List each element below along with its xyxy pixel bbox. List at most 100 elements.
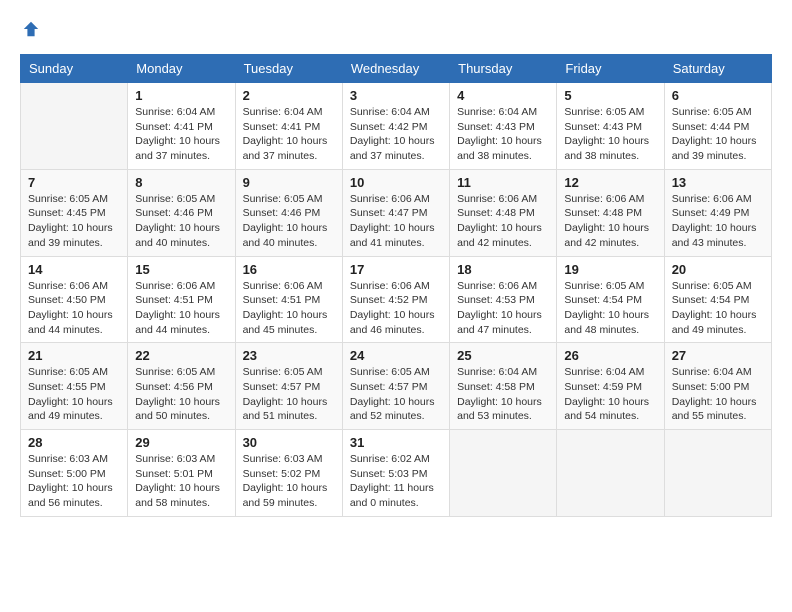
day-detail: Sunrise: 6:05 AM Sunset: 4:45 PM Dayligh…: [28, 192, 120, 251]
table-cell: 18 Sunrise: 6:06 AM Sunset: 4:53 PM Dayli…: [450, 256, 557, 343]
day-number: 20: [672, 262, 764, 277]
day-number: 8: [135, 175, 227, 190]
day-number: 9: [243, 175, 335, 190]
day-number: 13: [672, 175, 764, 190]
day-number: 19: [564, 262, 656, 277]
day-detail: Sunrise: 6:05 AM Sunset: 4:57 PM Dayligh…: [350, 365, 442, 424]
header-row: SundayMondayTuesdayWednesdayThursdayFrid…: [21, 55, 772, 83]
day-number: 21: [28, 348, 120, 363]
week-row-2: 7Sunrise: 6:05 AM Sunset: 4:45 PM Daylig…: [21, 169, 772, 256]
day-detail: Sunrise: 6:05 AM Sunset: 4:54 PM Dayligh…: [672, 279, 764, 338]
day-number: 28: [28, 435, 120, 450]
table-cell: 1 Sunrise: 6:04 AM Sunset: 4:41 PM Daylig…: [128, 83, 235, 170]
day-detail: Sunrise: 6:06 AM Sunset: 4:50 PM Dayligh…: [28, 279, 120, 338]
day-number: 31: [350, 435, 442, 450]
day-detail: Sunrise: 6:06 AM Sunset: 4:53 PM Dayligh…: [457, 279, 549, 338]
logo: [20, 20, 40, 38]
day-detail: Sunrise: 6:06 AM Sunset: 4:52 PM Dayligh…: [350, 279, 442, 338]
day-detail: Sunrise: 6:05 AM Sunset: 4:55 PM Dayligh…: [28, 365, 120, 424]
header-day-friday: Friday: [557, 55, 664, 83]
table-cell: 30 Sunrise: 6:03 AM Sunset: 5:02 PM Dayli…: [235, 430, 342, 517]
day-number: 10: [350, 175, 442, 190]
header-day-wednesday: Wednesday: [342, 55, 449, 83]
table-cell: 28 Sunrise: 6:03 AM Sunset: 5:00 PM Dayli…: [21, 430, 128, 517]
table-cell: 12 Sunrise: 6:06 AM Sunset: 4:48 PM Dayli…: [557, 169, 664, 256]
day-detail: Sunrise: 6:04 AM Sunset: 4:59 PM Dayligh…: [564, 365, 656, 424]
table-cell: 4 Sunrise: 6:04 AM Sunset: 4:43 PM Daylig…: [450, 83, 557, 170]
day-detail: Sunrise: 6:04 AM Sunset: 4:42 PM Dayligh…: [350, 105, 442, 164]
table-cell: 14Sunrise: 6:06 AM Sunset: 4:50 PM Dayli…: [21, 256, 128, 343]
table-cell: 2Sunrise: 6:04 AM Sunset: 4:41 PM Daylig…: [235, 83, 342, 170]
day-number: 30: [243, 435, 335, 450]
day-number: 12: [564, 175, 656, 190]
day-detail: Sunrise: 6:04 AM Sunset: 5:00 PM Dayligh…: [672, 365, 764, 424]
day-detail: Sunrise: 6:04 AM Sunset: 4:43 PM Dayligh…: [457, 105, 549, 164]
day-number: 2: [243, 88, 335, 103]
day-detail: Sunrise: 6:06 AM Sunset: 4:51 PM Dayligh…: [135, 279, 227, 338]
logo-icon: [22, 20, 40, 38]
table-cell: [664, 430, 771, 517]
table-cell: [450, 430, 557, 517]
day-detail: Sunrise: 6:04 AM Sunset: 4:58 PM Dayligh…: [457, 365, 549, 424]
day-number: 23: [243, 348, 335, 363]
day-detail: Sunrise: 6:06 AM Sunset: 4:51 PM Dayligh…: [243, 279, 335, 338]
day-detail: Sunrise: 6:05 AM Sunset: 4:57 PM Dayligh…: [243, 365, 335, 424]
day-number: 24: [350, 348, 442, 363]
day-number: 3: [350, 88, 442, 103]
table-cell: [557, 430, 664, 517]
day-number: 18: [457, 262, 549, 277]
table-cell: 29Sunrise: 6:03 AM Sunset: 5:01 PM Dayli…: [128, 430, 235, 517]
day-detail: Sunrise: 6:05 AM Sunset: 4:43 PM Dayligh…: [564, 105, 656, 164]
table-cell: 5Sunrise: 6:05 AM Sunset: 4:43 PM Daylig…: [557, 83, 664, 170]
day-detail: Sunrise: 6:03 AM Sunset: 5:01 PM Dayligh…: [135, 452, 227, 511]
table-cell: 15 Sunrise: 6:06 AM Sunset: 4:51 PM Dayli…: [128, 256, 235, 343]
table-cell: 25 Sunrise: 6:04 AM Sunset: 4:58 PM Dayli…: [450, 343, 557, 430]
table-cell: 3 Sunrise: 6:04 AM Sunset: 4:42 PM Daylig…: [342, 83, 449, 170]
week-row-4: 21 Sunrise: 6:05 AM Sunset: 4:55 PM Dayli…: [21, 343, 772, 430]
header-day-monday: Monday: [128, 55, 235, 83]
header-day-sunday: Sunday: [21, 55, 128, 83]
day-detail: Sunrise: 6:02 AM Sunset: 5:03 PM Dayligh…: [350, 452, 442, 511]
table-cell: 27Sunrise: 6:04 AM Sunset: 5:00 PM Dayli…: [664, 343, 771, 430]
table-cell: 10Sunrise: 6:06 AM Sunset: 4:47 PM Dayli…: [342, 169, 449, 256]
day-number: 17: [350, 262, 442, 277]
day-detail: Sunrise: 6:05 AM Sunset: 4:44 PM Dayligh…: [672, 105, 764, 164]
day-number: 16: [243, 262, 335, 277]
table-cell: 8 Sunrise: 6:05 AM Sunset: 4:46 PM Daylig…: [128, 169, 235, 256]
table-cell: 16 Sunrise: 6:06 AM Sunset: 4:51 PM Dayli…: [235, 256, 342, 343]
day-number: 1: [135, 88, 227, 103]
table-cell: 9Sunrise: 6:05 AM Sunset: 4:46 PM Daylig…: [235, 169, 342, 256]
day-detail: Sunrise: 6:03 AM Sunset: 5:00 PM Dayligh…: [28, 452, 120, 511]
table-cell: 20 Sunrise: 6:05 AM Sunset: 4:54 PM Dayli…: [664, 256, 771, 343]
day-number: 4: [457, 88, 549, 103]
day-number: 15: [135, 262, 227, 277]
day-number: 11: [457, 175, 549, 190]
table-cell: 31 Sunrise: 6:02 AM Sunset: 5:03 PM Dayli…: [342, 430, 449, 517]
table-cell: 7Sunrise: 6:05 AM Sunset: 4:45 PM Daylig…: [21, 169, 128, 256]
day-detail: Sunrise: 6:03 AM Sunset: 5:02 PM Dayligh…: [243, 452, 335, 511]
calendar-header: SundayMondayTuesdayWednesdayThursdayFrid…: [21, 55, 772, 83]
day-number: 25: [457, 348, 549, 363]
day-detail: Sunrise: 6:06 AM Sunset: 4:48 PM Dayligh…: [457, 192, 549, 251]
day-number: 6: [672, 88, 764, 103]
page-header: [20, 20, 772, 38]
day-detail: Sunrise: 6:06 AM Sunset: 4:49 PM Dayligh…: [672, 192, 764, 251]
calendar-table: SundayMondayTuesdayWednesdayThursdayFrid…: [20, 54, 772, 517]
calendar-body: 1 Sunrise: 6:04 AM Sunset: 4:41 PM Daylig…: [21, 83, 772, 517]
day-detail: Sunrise: 6:05 AM Sunset: 4:56 PM Dayligh…: [135, 365, 227, 424]
header-day-tuesday: Tuesday: [235, 55, 342, 83]
week-row-1: 1 Sunrise: 6:04 AM Sunset: 4:41 PM Daylig…: [21, 83, 772, 170]
header-day-saturday: Saturday: [664, 55, 771, 83]
day-number: 26: [564, 348, 656, 363]
day-detail: Sunrise: 6:05 AM Sunset: 4:46 PM Dayligh…: [135, 192, 227, 251]
week-row-3: 14Sunrise: 6:06 AM Sunset: 4:50 PM Dayli…: [21, 256, 772, 343]
table-cell: 21 Sunrise: 6:05 AM Sunset: 4:55 PM Dayli…: [21, 343, 128, 430]
table-cell: 11 Sunrise: 6:06 AM Sunset: 4:48 PM Dayli…: [450, 169, 557, 256]
table-cell: 26 Sunrise: 6:04 AM Sunset: 4:59 PM Dayli…: [557, 343, 664, 430]
day-detail: Sunrise: 6:04 AM Sunset: 4:41 PM Dayligh…: [135, 105, 227, 164]
day-detail: Sunrise: 6:06 AM Sunset: 4:48 PM Dayligh…: [564, 192, 656, 251]
table-cell: 17 Sunrise: 6:06 AM Sunset: 4:52 PM Dayli…: [342, 256, 449, 343]
table-cell: 23 Sunrise: 6:05 AM Sunset: 4:57 PM Dayli…: [235, 343, 342, 430]
header-day-thursday: Thursday: [450, 55, 557, 83]
day-number: 22: [135, 348, 227, 363]
